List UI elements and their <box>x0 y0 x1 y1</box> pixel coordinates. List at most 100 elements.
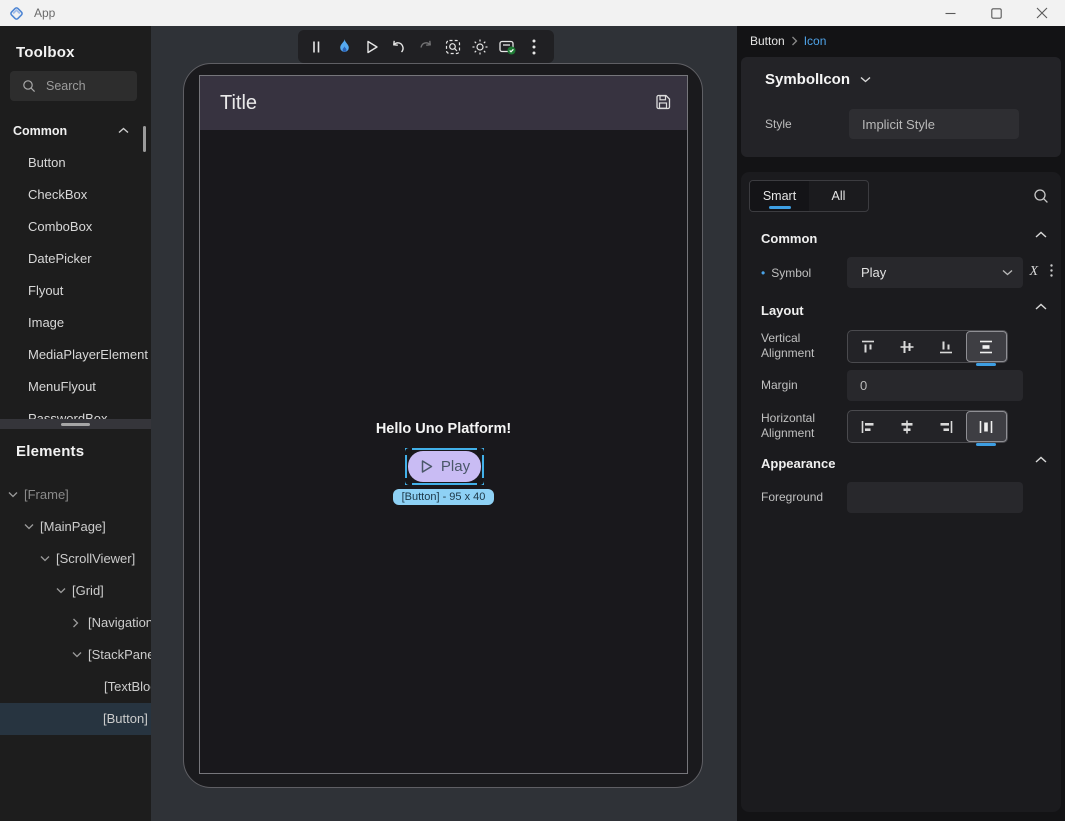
selected-indicator <box>976 363 996 366</box>
toolbox-item-mediaplayerelement[interactable]: MediaPlayerElement <box>0 339 151 371</box>
halign-stretch-button[interactable] <box>966 411 1007 442</box>
toolbox-item-menuflyout[interactable]: MenuFlyout <box>0 371 151 403</box>
window-title: App <box>34 6 55 20</box>
tree-item-textblock[interactable]: [TextBloc <box>0 671 151 703</box>
panel-splitter[interactable] <box>0 419 151 429</box>
halign-center-button[interactable] <box>887 411 926 442</box>
tree-item-button-selected[interactable]: [Button] <box>0 703 151 735</box>
canvas-play-button-label: Play <box>441 458 470 475</box>
chevron-down-icon[interactable] <box>56 587 66 594</box>
valign-center-button[interactable] <box>887 331 926 362</box>
tab-all[interactable]: All <box>809 181 868 211</box>
properties-search-button[interactable] <box>1033 188 1049 204</box>
foreground-field[interactable] <box>847 482 1023 513</box>
toolbox-item-list: Button CheckBox ComboBox DatePicker Flyo… <box>0 147 151 435</box>
search-icon <box>22 79 36 93</box>
resize-handle-top-left[interactable] <box>405 448 412 455</box>
properties-panel: Button Icon SymbolIcon Style Smart All <box>737 26 1065 821</box>
toolbox-item-flyout[interactable]: Flyout <box>0 275 151 307</box>
valign-bottom-button[interactable] <box>927 331 966 362</box>
left-sidebar: Toolbox Common Button CheckBox ComboBox … <box>0 26 151 821</box>
tree-item-navigationbar[interactable]: [NavigationE <box>0 607 151 639</box>
chevron-up-icon[interactable] <box>1035 456 1047 464</box>
binding-x-icon[interactable]: X <box>1029 264 1038 280</box>
resize-handle-top-right[interactable] <box>477 448 484 455</box>
tree-item-scrollviewer[interactable]: [ScrollViewer] <box>0 543 151 575</box>
align-top-icon <box>859 338 877 356</box>
toolbox-search[interactable] <box>10 71 137 101</box>
chevron-right-icon[interactable] <box>72 618 79 628</box>
play-button[interactable] <box>359 34 385 60</box>
chevron-down-icon[interactable] <box>8 491 18 498</box>
align-vcenter-icon <box>898 338 916 356</box>
toolbox-scrollbar[interactable] <box>143 126 146 152</box>
form-validation-button[interactable] <box>494 34 520 60</box>
maximize-button[interactable] <box>973 0 1019 26</box>
symbol-label: •Symbol <box>761 266 861 281</box>
halign-right-button[interactable] <box>927 411 966 442</box>
redo-button[interactable] <box>413 34 439 60</box>
modified-property-dot: • <box>761 266 765 280</box>
align-vstretch-icon <box>977 338 995 356</box>
kebab-menu-icon <box>532 39 536 55</box>
halign-left-button[interactable] <box>848 411 887 442</box>
toolbox-item-checkbox[interactable]: CheckBox <box>0 179 151 211</box>
breadcrumb-button[interactable]: Button <box>750 34 785 48</box>
more-options-button[interactable] <box>521 34 547 60</box>
hot-design-toolbar <box>298 30 554 63</box>
theme-toggle-button[interactable] <box>467 34 493 60</box>
save-icon[interactable] <box>655 94 671 110</box>
hot-reload-button[interactable] <box>332 34 358 60</box>
selection-box[interactable]: Play <box>405 448 484 485</box>
toolbox-search-input[interactable] <box>46 79 126 93</box>
breadcrumb-icon[interactable]: Icon <box>804 34 827 48</box>
chevron-down-icon[interactable] <box>72 651 82 658</box>
pause-icon <box>310 39 326 55</box>
toolbox-section-common[interactable]: Common <box>0 121 151 143</box>
foreground-label: Foreground <box>761 490 843 505</box>
selected-indicator <box>976 443 996 446</box>
tree-item-mainpage[interactable]: [MainPage] <box>0 511 151 543</box>
page-title: Title <box>220 92 257 115</box>
toolbox-item-combobox[interactable]: ComboBox <box>0 211 151 243</box>
style-field[interactable] <box>849 109 1019 139</box>
chevron-up-icon[interactable] <box>1035 303 1047 311</box>
tree-item-stackpanel[interactable]: [StackPanel] <box>0 639 151 671</box>
type-selector[interactable]: SymbolIcon <box>765 71 871 88</box>
toolbox-item-datepicker[interactable]: DatePicker <box>0 243 151 275</box>
canvas-play-button[interactable]: Play <box>408 451 481 482</box>
valign-top-button[interactable] <box>848 331 887 362</box>
chevron-down-icon <box>1002 269 1013 276</box>
toolbox-item-button[interactable]: Button <box>0 147 151 179</box>
elements-tree: [Frame] [MainPage] [ScrollViewer] [Grid] <box>0 479 151 735</box>
tab-smart[interactable]: Smart <box>750 181 809 211</box>
tree-item-grid[interactable]: [Grid] <box>0 575 151 607</box>
section-common: Common <box>761 231 817 246</box>
chevron-down-icon[interactable] <box>40 555 50 562</box>
inspect-element-icon <box>444 38 462 56</box>
margin-field[interactable] <box>847 370 1023 401</box>
align-hcenter-icon <box>898 418 916 436</box>
pause-button[interactable] <box>305 34 331 60</box>
hello-text: Hello Uno Platform! <box>200 421 687 437</box>
chevron-up-icon[interactable] <box>1035 231 1047 239</box>
element-inspector-button[interactable] <box>440 34 466 60</box>
vertical-alignment-label: Vertical Alignment <box>761 331 843 361</box>
play-icon <box>364 39 380 55</box>
tree-item-frame[interactable]: [Frame] <box>0 479 151 511</box>
horizontal-alignment-label: Horizontal Alignment <box>761 411 843 441</box>
toolbox-section-label: Common <box>13 124 67 138</box>
resize-handle-bottom-right[interactable] <box>477 478 484 485</box>
toolbox-item-image[interactable]: Image <box>0 307 151 339</box>
property-options-icon[interactable] <box>1050 264 1053 277</box>
valign-stretch-button[interactable] <box>966 331 1007 362</box>
undo-button[interactable] <box>386 34 412 60</box>
symbol-dropdown[interactable]: Play <box>847 257 1023 288</box>
resize-handle-bottom-left[interactable] <box>405 478 412 485</box>
minimize-button[interactable] <box>927 0 973 26</box>
close-button[interactable] <box>1019 0 1065 26</box>
chevron-down-icon <box>860 76 871 83</box>
chevron-down-icon[interactable] <box>24 523 34 530</box>
section-appearance: Appearance <box>761 456 835 471</box>
design-canvas: Title Hello Uno Platform! <box>151 26 737 821</box>
